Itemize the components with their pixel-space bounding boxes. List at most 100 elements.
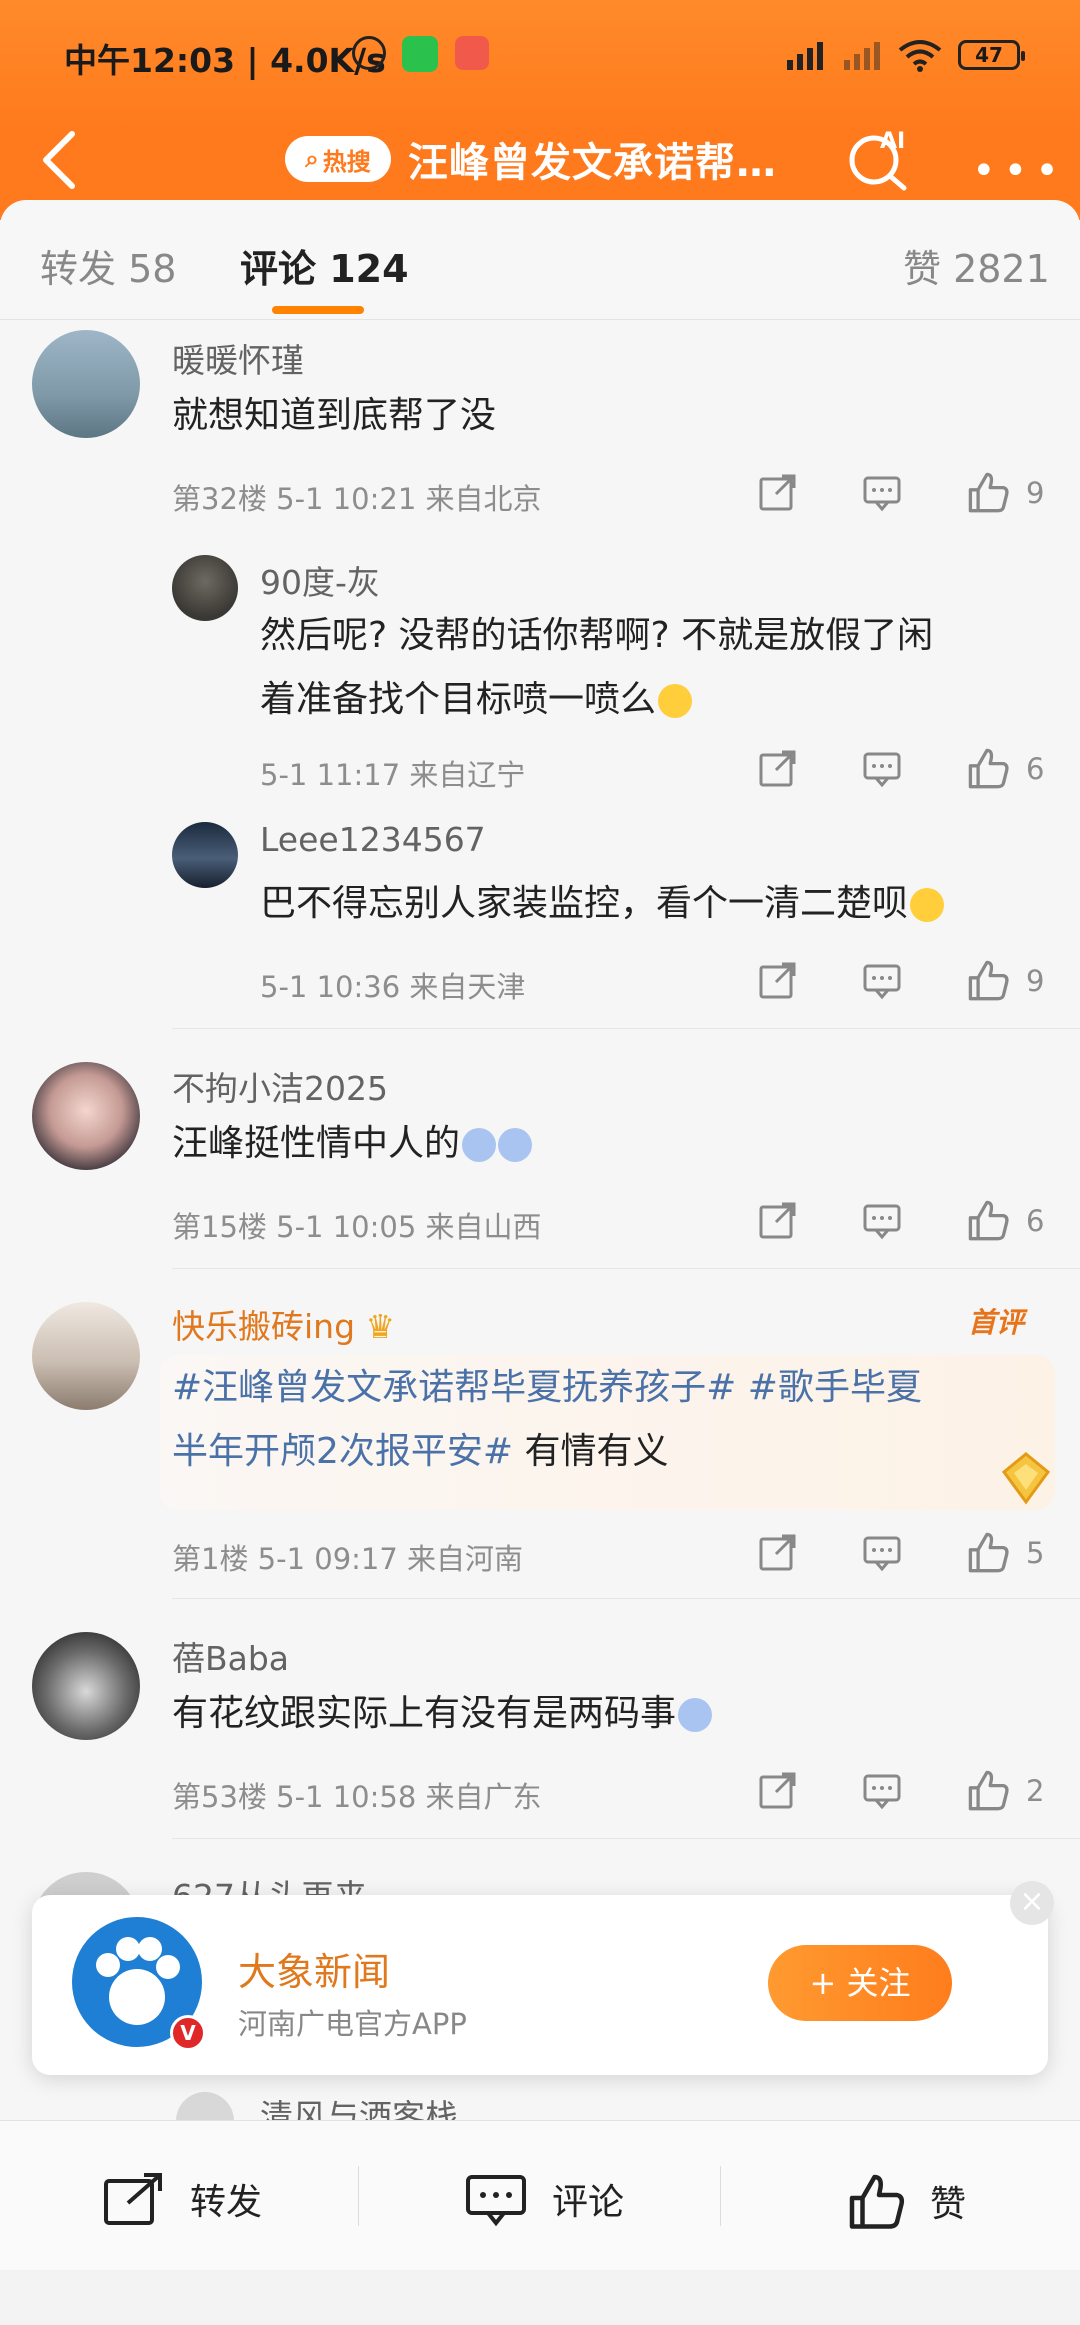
crown-icon: ♛ <box>365 1307 396 1346</box>
divider <box>172 1838 1080 1839</box>
reply-icon[interactable] <box>862 1200 902 1240</box>
back-arrow-icon[interactable] <box>32 128 88 192</box>
reply-icon[interactable] <box>862 1770 902 1810</box>
hot-search-label: 热搜 <box>322 147 371 176</box>
repost-label: 转发 <box>190 2182 263 2223</box>
like-icon[interactable] <box>966 958 1010 1002</box>
like-icon[interactable] <box>966 746 1010 790</box>
like-icon[interactable] <box>966 1198 1010 1242</box>
comment-text: #汪峰曾发文承诺帮毕夏抚养孩子# #歌手毕夏 半年开颅2次报平安# 有情有义 <box>172 1356 1032 1484</box>
like-count: 9 <box>1026 964 1045 998</box>
share-icon[interactable] <box>758 1532 798 1572</box>
reply-meta: 5-1 11:17 来自辽宁 <box>260 758 526 792</box>
comment-author[interactable]: 快乐搬砖ing ♛ <box>172 1300 395 1348</box>
reply-icon[interactable] <box>862 1532 902 1572</box>
like-icon[interactable] <box>966 470 1010 514</box>
reply-text: 巴不得忘别人家装监控，看个一清二楚呗 <box>260 872 945 936</box>
divider <box>358 2166 359 2226</box>
reply-text-body: 巴不得忘别人家装监控，看个一清二楚呗 <box>260 883 909 924</box>
share-icon[interactable] <box>758 1200 798 1240</box>
avatar[interactable] <box>32 1632 140 1740</box>
page-title[interactable]: 汪峰曾发文承诺帮… <box>408 130 777 188</box>
share-icon <box>104 2173 162 2225</box>
divider <box>172 1028 1080 1029</box>
tab-repost[interactable]: 转发 58 <box>40 238 176 293</box>
avatar[interactable] <box>32 1062 140 1170</box>
avatar[interactable] <box>32 330 140 438</box>
tab-comments[interactable]: 评论 124 <box>240 238 409 293</box>
wifi-icon <box>898 40 942 72</box>
comment-author[interactable]: 暖暖怀瑾 <box>172 334 304 382</box>
wechat-icon <box>402 36 438 72</box>
close-icon[interactable]: × <box>1010 1881 1054 1925</box>
comment-button[interactable]: 评论 <box>464 2171 624 2227</box>
tab-likes[interactable]: 赞 2821 <box>903 238 1050 293</box>
share-icon[interactable] <box>758 748 798 788</box>
laugh-cry-emoji-icon <box>910 888 945 922</box>
follow-button[interactable]: + 关注 <box>768 1945 952 2021</box>
like-count: 5 <box>1026 1536 1045 1570</box>
comment-label: 评论 <box>552 2182 625 2223</box>
hashtag-link[interactable]: 半年开颅2次报平安# <box>172 1431 513 1472</box>
hashtag-link[interactable]: #歌手毕夏 <box>748 1367 922 1408</box>
repost-button[interactable]: 转发 <box>102 2171 262 2227</box>
comment-author[interactable]: 不拘小洁2025 <box>172 1062 388 1110</box>
reply-text-line1: 然后呢? 没帮的话你帮啊? 不就是放假了闲 <box>260 615 934 656</box>
hashtag-link[interactable]: #汪峰曾发文承诺帮毕夏抚养孩子# <box>172 1367 736 1408</box>
like-icon[interactable] <box>966 1768 1010 1812</box>
comment-meta: 第32楼 5-1 10:21 来自北京 <box>172 482 542 516</box>
comment-text-body: 汪峰挺性情中人的 <box>172 1123 461 1164</box>
reply-icon[interactable] <box>862 960 902 1000</box>
divider <box>172 1268 1080 1269</box>
reply-icon[interactable] <box>862 472 902 512</box>
status-time: 中午12:03 | 4.0K/s <box>64 41 386 80</box>
like-icon[interactable] <box>966 1530 1010 1574</box>
reply-author[interactable]: Leee1234567 <box>260 820 486 859</box>
share-icon[interactable] <box>758 472 798 512</box>
like-button[interactable]: 赞 <box>846 2171 966 2231</box>
comment-meta: 第1楼 5-1 09:17 来自河南 <box>172 1542 524 1576</box>
comment-meta: 第15楼 5-1 10:05 来自山西 <box>172 1210 542 1244</box>
scream-emoji-icon <box>462 1128 497 1162</box>
tab-bar: 转发 58 评论 124 赞 2821 <box>0 200 1080 320</box>
verified-badge-icon: V <box>170 2015 206 2051</box>
avatar[interactable] <box>172 555 238 621</box>
divider <box>172 1598 1080 1599</box>
title-bar: ⌕ 热搜 汪峰曾发文承诺帮… AI ••• <box>0 110 1080 210</box>
like-icon <box>849 2174 905 2229</box>
more-options-icon[interactable]: ••• <box>972 148 1067 194</box>
reply-text: 然后呢? 没帮的话你帮啊? 不就是放假了闲 着准备找个目标喷一喷么 <box>260 604 933 732</box>
account-name[interactable]: 大象新闻 <box>238 1941 390 1996</box>
signal-icon <box>787 42 823 70</box>
share-icon[interactable] <box>758 960 798 1000</box>
svg-text:AI: AI <box>880 129 905 154</box>
grin-emoji-icon <box>658 684 693 718</box>
shocked-emoji-icon <box>678 1698 713 1732</box>
like-count: 6 <box>1026 1204 1045 1238</box>
divider <box>720 2166 721 2226</box>
comment-author[interactable]: 蓓Baba <box>172 1632 289 1680</box>
hot-search-badge[interactable]: ⌕ 热搜 <box>285 136 391 182</box>
like-count: 2 <box>1026 1774 1045 1808</box>
system-navigation-bar <box>0 2270 1080 2325</box>
ai-search-icon[interactable]: AI <box>846 124 914 192</box>
account-description: 河南广电官方APP <box>238 2007 467 2041</box>
avatar[interactable] <box>172 822 238 888</box>
like-count: 6 <box>1026 752 1045 786</box>
comment-icon <box>466 2175 526 2227</box>
like-count: 9 <box>1026 476 1045 510</box>
comment-text-tail: 有情有义 <box>513 1431 669 1472</box>
bottom-action-bar: 转发 评论 赞 <box>0 2120 1080 2270</box>
notification-icon <box>455 36 489 70</box>
reply-author[interactable]: 90度-灰 <box>260 556 380 604</box>
reply-text-line2: 着准备找个目标喷一喷么 <box>260 679 657 720</box>
comment-author-name: 快乐搬砖ing <box>172 1307 356 1346</box>
avatar[interactable] <box>32 1302 140 1410</box>
follow-suggestion-card: × V 大象新闻 河南广电官方APP + 关注 <box>32 1881 1054 2075</box>
reply-icon[interactable] <box>862 748 902 788</box>
comment-text: 汪峰挺性情中人的 <box>172 1112 533 1176</box>
scream-emoji-icon <box>498 1128 533 1162</box>
reply-meta: 5-1 10:36 来自天津 <box>260 970 526 1004</box>
share-icon[interactable] <box>758 1770 798 1810</box>
active-tab-indicator <box>272 306 364 314</box>
